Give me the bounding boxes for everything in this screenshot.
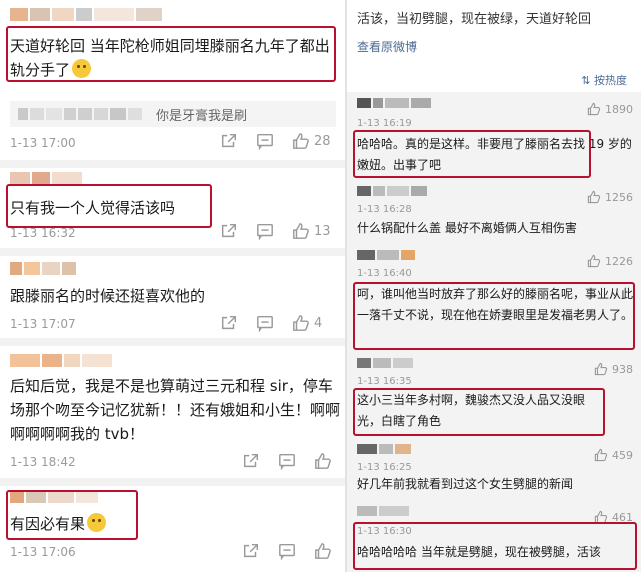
username-mosaic	[357, 250, 415, 260]
comment-time: 1-13 16:40	[357, 268, 412, 279]
like-icon	[587, 190, 601, 204]
highlight-box	[353, 522, 637, 570]
original-post-text: 活该，当初劈腿，现在被绿，天道好轮回	[357, 12, 592, 27]
comment-time: 1-13 17:06	[10, 545, 76, 559]
reply-username-mosaic	[18, 108, 142, 120]
comment-item: 1-13 16:28 1256 什么锅配什么盖 最好不离婚俩人互相伤害	[347, 186, 641, 246]
reply-text: 你是牙膏我是刷	[156, 109, 248, 124]
highlight-box	[353, 130, 591, 178]
divider	[0, 248, 346, 256]
highlight-box	[6, 184, 212, 228]
left-comment-panel: 天道好轮回 当年陀枪师姐同埋滕丽名九年了都出轨分手了 你是牙膏我是刷 1-13 …	[0, 0, 346, 572]
comment-time: 1-13 16:19	[357, 118, 412, 129]
comment-text: 好几年前我就看到过这个女生劈腿的新闻	[357, 477, 574, 491]
comment-icon[interactable]	[256, 132, 274, 150]
comment-icon[interactable]	[278, 452, 296, 470]
share-icon[interactable]	[220, 132, 238, 150]
share-icon[interactable]	[242, 542, 260, 560]
username-mosaic	[357, 358, 413, 368]
original-post-area: 活该，当初劈腿，现在被绿，天道好轮回 查看原微博 ⇅ 按热度	[347, 0, 641, 92]
comment-icon[interactable]	[278, 542, 296, 560]
share-icon[interactable]	[220, 314, 238, 332]
username-mosaic	[357, 444, 411, 454]
comment-time: 1-13 16:35	[357, 376, 412, 387]
divider	[0, 160, 346, 168]
like-count[interactable]: 1890	[587, 102, 633, 116]
comment-actions	[224, 542, 332, 560]
like-icon[interactable]	[314, 542, 332, 560]
comment-time: 1-13 17:07	[10, 317, 76, 331]
like-icon[interactable]	[292, 132, 310, 150]
highlight-box	[6, 490, 138, 540]
sort-toggle[interactable]: ⇅ 按热度	[581, 72, 627, 88]
comment-text: 后知后觉，我是不是也算萌过三元和程 sir，停车场那个吻至今记忆犹新！！还有娥姐…	[10, 377, 341, 443]
like-count: 28	[314, 133, 331, 149]
comment-text: 跟滕丽名的时候还挺喜欢他的	[10, 287, 206, 305]
username-mosaic	[10, 262, 76, 276]
username-mosaic	[10, 8, 162, 22]
highlight-box	[353, 282, 635, 350]
username-mosaic	[357, 186, 427, 196]
comment-actions: 28	[202, 132, 332, 150]
like-icon	[594, 448, 608, 462]
like-count[interactable]: 1226	[587, 254, 633, 268]
comment-actions	[224, 452, 332, 470]
comment-time: 1-13 16:32	[10, 226, 76, 240]
comment-time: 1-13 16:25	[357, 462, 412, 473]
comment-time: 1-13 16:28	[357, 204, 412, 215]
comment-time: 1-13 17:00	[10, 136, 76, 150]
share-icon[interactable]	[220, 222, 238, 240]
comment-icon[interactable]	[256, 314, 274, 332]
like-count[interactable]: 938	[594, 362, 633, 376]
comment-icon[interactable]	[256, 222, 274, 240]
like-icon	[587, 254, 601, 268]
sort-icon: ⇅	[581, 74, 594, 87]
like-count: 13	[314, 223, 331, 239]
username-mosaic	[357, 506, 409, 516]
highlight-box	[6, 26, 336, 82]
comment-text: 什么锅配什么盖 最好不离婚俩人互相伤害	[357, 221, 577, 235]
comment-actions: 13	[202, 222, 332, 240]
divider	[0, 478, 346, 486]
like-count[interactable]: 1256	[587, 190, 633, 204]
divider	[0, 338, 346, 346]
view-original-link[interactable]: 查看原微博	[357, 38, 417, 55]
like-icon[interactable]	[314, 452, 332, 470]
comment-item: 后知后觉，我是不是也算萌过三元和程 sir，停车场那个吻至今记忆犹新！！还有娥姐…	[0, 354, 346, 472]
right-comment-panel: 活该，当初劈腿，现在被绿，天道好轮回 查看原微博 ⇅ 按热度 1-13 16:1…	[347, 0, 641, 572]
highlight-box	[353, 388, 605, 436]
like-icon[interactable]	[292, 314, 310, 332]
username-mosaic	[10, 354, 112, 368]
comment-time: 1-13 18:42	[10, 455, 76, 469]
like-icon[interactable]	[292, 222, 310, 240]
comment-actions: 4	[202, 314, 332, 332]
share-icon[interactable]	[242, 452, 260, 470]
reply-preview[interactable]: 你是牙膏我是刷	[10, 101, 336, 127]
username-mosaic	[357, 98, 431, 108]
comment-item: 跟滕丽名的时候还挺喜欢他的 1-13 17:07 4	[0, 262, 346, 336]
like-icon	[594, 362, 608, 376]
like-count[interactable]: 459	[594, 448, 633, 462]
comment-item: 1-13 16:25 459 好几年前我就看到过这个女生劈腿的新闻	[347, 444, 641, 502]
like-count: 4	[314, 315, 323, 331]
like-icon	[587, 102, 601, 116]
